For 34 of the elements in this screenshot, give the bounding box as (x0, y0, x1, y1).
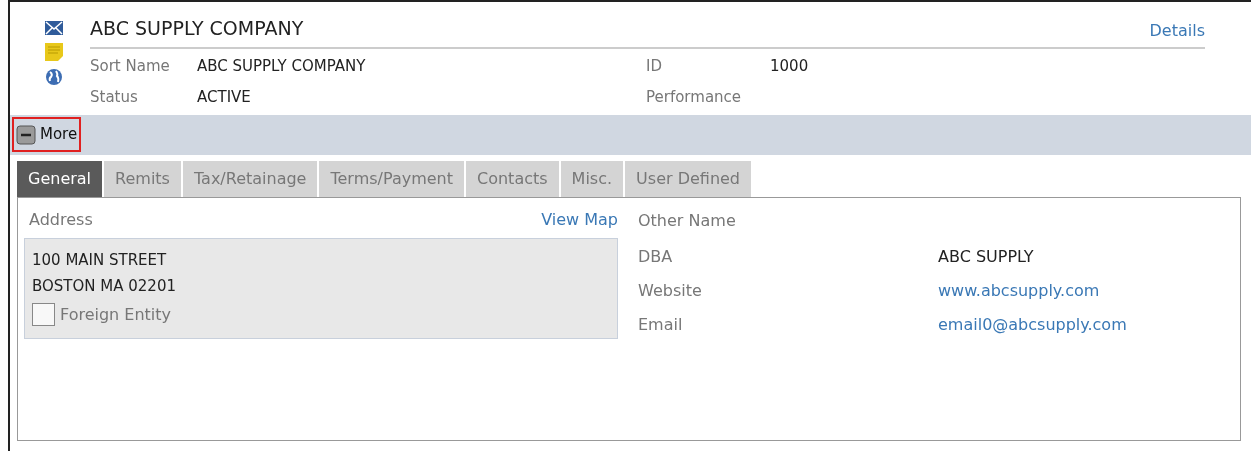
other-name-label: Other Name (638, 209, 737, 232)
details-link[interactable]: Details (1149, 18, 1205, 43)
tab[interactable]: General (17, 160, 103, 197)
field-label: DBA (638, 245, 674, 268)
field-label: Sort Name (90, 55, 171, 77)
checkbox-label: Foreign Entity (60, 303, 172, 326)
minus-icon (16, 124, 36, 145)
tab[interactable]: Misc. (560, 160, 624, 197)
field-label: Performance (646, 87, 743, 108)
field-value: ABC SUPPLY (938, 245, 1034, 268)
company-title: ABC SUPPLY COMPANY (90, 16, 304, 41)
tab[interactable]: Contacts (466, 160, 559, 197)
envelope-icon (44, 20, 64, 36)
checkbox[interactable] (32, 303, 55, 326)
field-link[interactable]: email0@abcsupply.com (938, 312, 1127, 337)
tab[interactable]: Tax/Retainage (182, 160, 318, 197)
address-line: 100 MAIN STREET (32, 249, 168, 271)
globe-icon (45, 68, 63, 86)
tab[interactable]: User Defined (625, 160, 751, 197)
field-label: ID (646, 55, 663, 77)
tab[interactable]: Terms/Payment (319, 160, 464, 197)
field-label: Status (90, 87, 139, 108)
address-label: Address (29, 208, 93, 231)
more-button[interactable]: More (12, 117, 82, 152)
field-label: Website (638, 279, 703, 302)
field-value: ACTIVE (197, 87, 251, 108)
tab[interactable]: Remits (104, 160, 181, 197)
note-icon (44, 42, 64, 62)
view-map-link[interactable]: View Map (541, 207, 618, 232)
field-label: Email (638, 313, 684, 336)
field-link[interactable]: www.abcsupply.com (938, 278, 1100, 303)
field-value: ABC SUPPLY COMPANY (197, 55, 366, 77)
address-line: BOSTON MA 02201 (32, 275, 177, 297)
field-value: 1000 (770, 55, 809, 77)
